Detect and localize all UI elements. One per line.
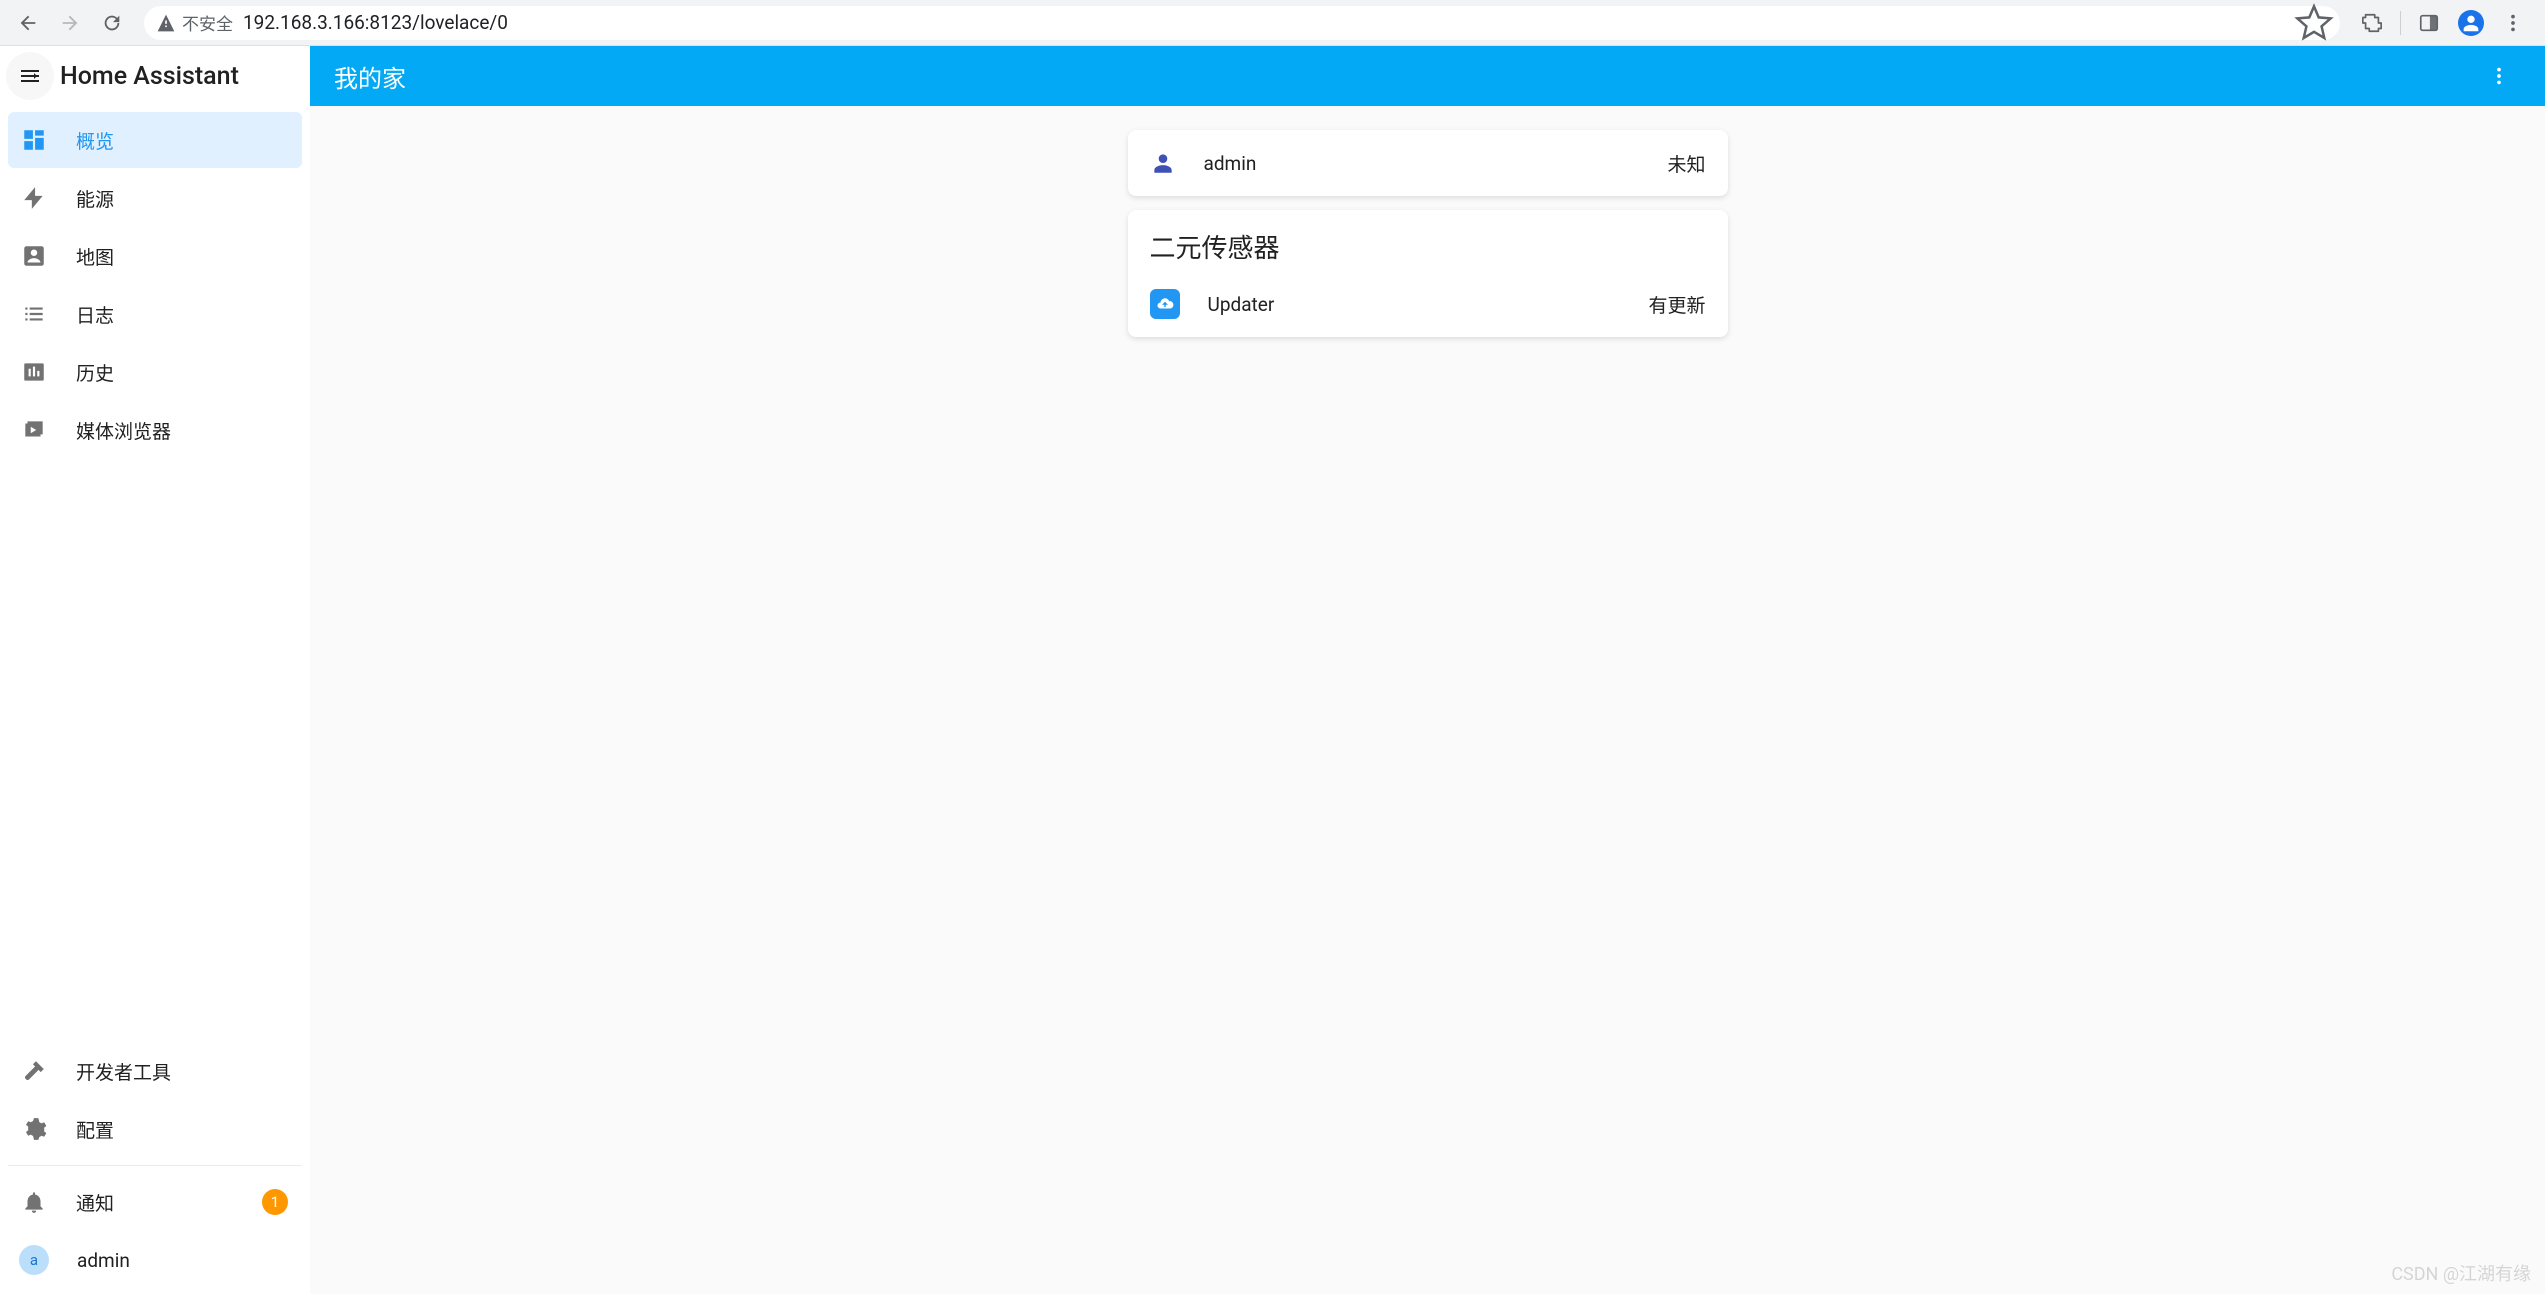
sidebar-header: Home Assistant [0, 46, 310, 106]
binary-sensor-card: 二元传感器 Updater 有更新 [1128, 210, 1728, 337]
cloud-upload-icon [1150, 289, 1180, 319]
app-header: 我的家 [310, 46, 2545, 106]
sidebar-nav: 概览 能源 地图 日志 历史 媒体浏览器 [0, 106, 310, 464]
header-actions [2477, 54, 2521, 98]
lightning-icon [20, 185, 48, 211]
browser-actions [2352, 3, 2537, 43]
sidebar-item-logbook[interactable]: 日志 [8, 286, 302, 342]
gear-icon [20, 1116, 48, 1142]
view-dashboard-icon [20, 127, 48, 153]
account-box-icon [20, 243, 48, 269]
browser-forward-button[interactable] [50, 3, 90, 43]
not-secure-icon [156, 13, 176, 33]
chart-bar-icon [20, 359, 48, 385]
browser-menu-button[interactable] [2493, 3, 2533, 43]
browser-url-text: 192.168.3.166:8123/lovelace/0 [243, 11, 508, 34]
entity-row-updater[interactable]: Updater 有更新 [1128, 271, 1728, 337]
entity-state: 未知 [1667, 150, 1705, 177]
person-card: admin 未知 [1128, 130, 1728, 196]
notifications-badge: 1 [262, 1189, 288, 1215]
divider [8, 1165, 302, 1166]
sidebar-item-label: 配置 [76, 1116, 114, 1143]
browser-sidepanel-button[interactable] [2409, 3, 2449, 43]
sidebar-item-label: 开发者工具 [76, 1058, 171, 1085]
separator [2400, 11, 2401, 35]
star-icon [2294, 3, 2334, 43]
sidebar-item-label: 概览 [76, 127, 114, 154]
sidebar-item-energy[interactable]: 能源 [8, 170, 302, 226]
browser-toolbar: 不安全 192.168.3.166:8123/lovelace/0 [0, 0, 2545, 46]
browser-security-label: 不安全 [182, 10, 233, 35]
sidebar-item-history[interactable]: 历史 [8, 344, 302, 400]
card-title: 二元传感器 [1128, 210, 1728, 271]
sidebar-item-media-browser[interactable]: 媒体浏览器 [8, 402, 302, 458]
arrow-right-icon [59, 12, 81, 34]
app-shell: Home Assistant 概览 能源 地图 日志 历史 [0, 46, 2545, 1294]
list-icon [20, 301, 48, 327]
entity-name: Updater [1208, 293, 1621, 316]
sidebar-item-configuration[interactable]: 配置 [8, 1101, 302, 1157]
sidebar-item-map[interactable]: 地图 [8, 228, 302, 284]
entity-state: 有更新 [1648, 291, 1705, 318]
sidebar-item-label: 能源 [76, 185, 114, 212]
main-content: 我的家 admin 未知 二元传感器 [310, 46, 2545, 1294]
sidebar-item-label: 媒体浏览器 [76, 417, 171, 444]
person-icon [2460, 12, 2482, 34]
sidebar: Home Assistant 概览 能源 地图 日志 历史 [0, 46, 310, 1294]
profile-avatar [2458, 10, 2484, 36]
sidebar-item-notifications[interactable]: 通知 1 [8, 1174, 302, 1230]
entity-name: admin [1204, 152, 1640, 175]
browser-address-bar[interactable]: 不安全 192.168.3.166:8123/lovelace/0 [144, 6, 2340, 40]
extension-icon [2361, 12, 2383, 34]
card-column: admin 未知 二元传感器 Updater 有更新 [1128, 130, 1728, 337]
browser-bookmark-button[interactable] [2294, 3, 2334, 43]
sidebar-item-label: 地图 [76, 243, 114, 270]
sidebar-item-label: 历史 [76, 359, 114, 386]
bell-icon [20, 1189, 48, 1215]
menu-collapse-icon [18, 64, 42, 88]
sidepanel-icon [2418, 12, 2440, 34]
hammer-icon [20, 1058, 48, 1084]
browser-extensions-button[interactable] [2352, 3, 2392, 43]
entity-row-person[interactable]: admin 未知 [1128, 130, 1728, 196]
browser-security-chip[interactable]: 不安全 [156, 10, 233, 35]
sidebar-item-overview[interactable]: 概览 [8, 112, 302, 168]
sidebar-footer: 开发者工具 配置 通知 1 a admin [0, 1037, 310, 1294]
person-icon [1150, 150, 1176, 176]
sidebar-item-developer-tools[interactable]: 开发者工具 [8, 1043, 302, 1099]
browser-profile-button[interactable] [2451, 3, 2491, 43]
user-avatar: a [19, 1245, 49, 1275]
sidebar-item-label: 通知 [76, 1189, 114, 1216]
browser-reload-button[interactable] [92, 3, 132, 43]
sidebar-item-label: 日志 [76, 301, 114, 328]
page-title: 我的家 [334, 59, 406, 94]
arrow-left-icon [17, 12, 39, 34]
browser-back-button[interactable] [8, 3, 48, 43]
sidebar-spacer [0, 464, 310, 1037]
reload-icon [101, 12, 123, 34]
dashboard-content: admin 未知 二元传感器 Updater 有更新 [310, 106, 2545, 1294]
sidebar-collapse-button[interactable] [6, 52, 54, 100]
header-more-button[interactable] [2477, 54, 2521, 98]
dots-vertical-icon [2502, 12, 2524, 34]
sidebar-item-label: admin [77, 1249, 130, 1272]
dots-vertical-icon [2488, 65, 2510, 87]
play-box-multiple-icon [20, 417, 48, 443]
sidebar-item-user[interactable]: a admin [8, 1232, 302, 1288]
sidebar-title: Home Assistant [60, 62, 239, 91]
